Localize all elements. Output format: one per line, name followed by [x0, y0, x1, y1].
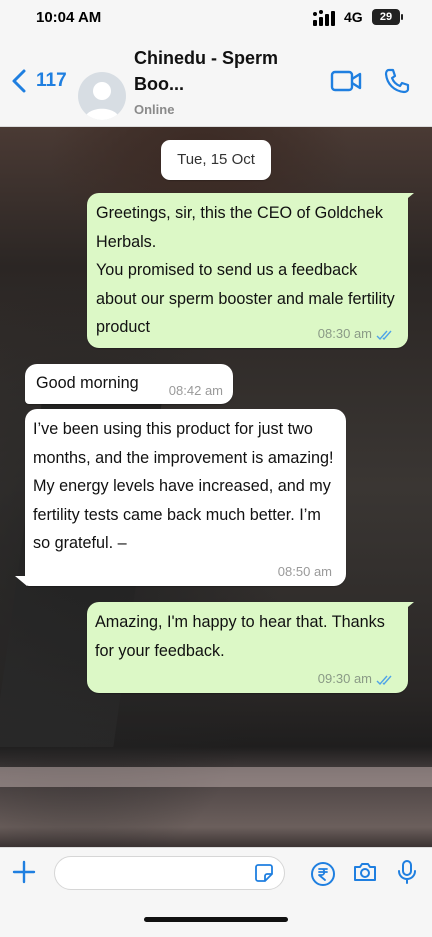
signal-icon: [313, 10, 335, 26]
message-meta: 09:30 am: [318, 671, 394, 687]
message-meta: 08:30 am: [318, 326, 394, 342]
message-text: Amazing, I'm happy to hear that. Thanks …: [95, 613, 385, 660]
back-unread-count[interactable]: 117: [36, 70, 67, 92]
chat-header: 117 Chinedu - Sperm Boo... Online: [0, 36, 432, 127]
bubble-tail: [402, 602, 414, 612]
background-wallpaper-detail: [0, 767, 432, 787]
read-ticks-icon: [376, 675, 392, 685]
camera-icon[interactable]: [352, 860, 378, 884]
message-time: 09:30 am: [317, 671, 372, 686]
network-type: 4G: [344, 9, 363, 25]
bubble-tail: [15, 576, 27, 586]
message-time: 08:50 am: [277, 564, 332, 579]
read-ticks-icon: [376, 330, 392, 340]
message-time: 08:42 am: [168, 383, 223, 398]
home-indicator: [144, 917, 288, 922]
phone-call-icon[interactable]: [383, 67, 411, 95]
plus-icon[interactable]: [12, 860, 36, 884]
message-time: 08:30 am: [317, 326, 372, 341]
back-chevron-icon[interactable]: [10, 68, 30, 94]
contact-status: Online: [134, 102, 175, 117]
rupee-payment-icon[interactable]: [310, 861, 336, 887]
bubble-tail: [402, 193, 414, 203]
message-text: I’ve been using this product for just tw…: [33, 420, 334, 552]
composer-bar: [0, 847, 432, 937]
date-chip: Tue, 15 Oct: [161, 140, 271, 180]
contact-avatar[interactable]: [78, 72, 126, 120]
whatsapp-chat-screen: 10:04 AM 4G 29 117 Chinedu - Sperm Boo..…: [0, 0, 432, 937]
sticker-icon[interactable]: [254, 863, 274, 883]
message-incoming[interactable]: I’ve been using this product for just tw…: [25, 409, 346, 586]
status-time: 10:04 AM: [36, 9, 102, 26]
battery-tip: [401, 14, 403, 20]
message-incoming[interactable]: Good morning 08:42 am: [25, 364, 233, 404]
default-avatar-icon: [84, 82, 120, 120]
microphone-icon[interactable]: [397, 859, 417, 885]
battery-level: 29: [372, 9, 400, 25]
video-call-icon[interactable]: [330, 70, 362, 92]
message-text: Greetings, sir, this the CEO of Goldchek…: [96, 204, 395, 336]
message-outgoing[interactable]: Amazing, I'm happy to hear that. Thanks …: [87, 602, 408, 693]
message-input[interactable]: [54, 856, 285, 890]
status-bar: 10:04 AM 4G 29: [0, 0, 432, 36]
chat-area[interactable]: Tue, 15 Oct Greetings, sir, this the CEO…: [0, 127, 432, 847]
contact-name[interactable]: Chinedu - Sperm Boo...: [134, 45, 314, 97]
message-outgoing[interactable]: Greetings, sir, this the CEO of Goldchek…: [87, 193, 408, 348]
